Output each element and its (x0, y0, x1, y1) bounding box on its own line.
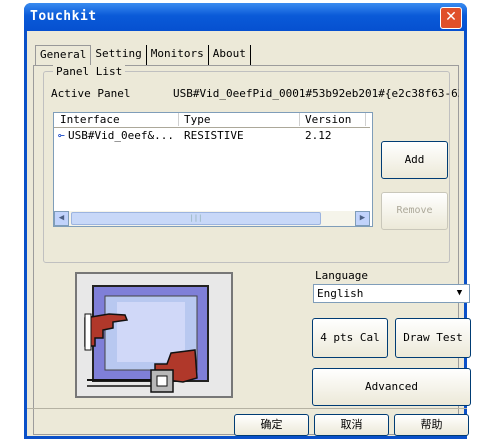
ok-button[interactable]: 确定 (234, 414, 309, 436)
scroll-thumb[interactable]: ||| (71, 212, 321, 225)
language-label: Language (315, 269, 368, 282)
window-title: Touchkit (30, 9, 97, 24)
remove-button[interactable]: Remove (381, 192, 448, 230)
tab-strip: General Setting Monitors About (35, 45, 251, 68)
scroll-left-button[interactable]: ◀ (54, 211, 69, 226)
tab-about[interactable]: About (209, 45, 251, 65)
touch-panel-illustration (71, 268, 237, 403)
scroll-right-button[interactable]: ▶ (355, 211, 370, 226)
language-select[interactable]: English ▼ (313, 284, 470, 303)
list-header: Interface Type Version (54, 113, 370, 128)
row-version: 2.12 (305, 129, 332, 142)
close-button[interactable]: ✕ (440, 7, 462, 29)
language-selected-value: English (317, 287, 364, 300)
column-header-interface[interactable]: Interface (54, 113, 179, 126)
panel-list-view[interactable]: Interface Type Version ⟜ USB#Vid_0eef&..… (53, 112, 373, 227)
column-header-version[interactable]: Version (299, 113, 366, 126)
four-point-calibration-button[interactable]: 4 pts Cal (312, 318, 388, 358)
add-button[interactable]: Add (381, 141, 448, 179)
draw-test-button[interactable]: Draw Test (395, 318, 471, 358)
active-panel-label: Active Panel (51, 87, 131, 100)
cancel-button[interactable]: 取消 (314, 414, 389, 436)
row-interface: USB#Vid_0eef&... (68, 129, 174, 142)
usb-icon: ⟜ (58, 129, 65, 142)
touchkit-window: Touchkit ✕ General Setting Monitors Abou… (24, 3, 471, 439)
help-button[interactable]: 帮助 (394, 414, 469, 436)
footer-separator (27, 408, 467, 409)
panel-list-legend: Panel List (53, 65, 126, 78)
tab-monitors[interactable]: Monitors (147, 45, 209, 65)
dialog-body: General Setting Monitors About Panel Lis… (27, 31, 471, 436)
chevron-down-icon[interactable]: ▼ (452, 287, 467, 300)
active-panel-value: USB#Vid_0eefPid_0001#53b92eb201#{e2c38f6… (173, 87, 459, 100)
column-header-type[interactable]: Type (178, 113, 300, 126)
title-bar[interactable]: Touchkit ✕ (24, 3, 467, 31)
row-type: RESISTIVE (184, 129, 244, 142)
advanced-button[interactable]: Advanced (312, 368, 471, 406)
table-row[interactable]: ⟜ USB#Vid_0eef&... RESISTIVE 2.12 (54, 129, 370, 143)
horizontal-scrollbar[interactable]: ◀ ||| ▶ (54, 211, 370, 226)
tab-setting[interactable]: Setting (91, 45, 147, 65)
